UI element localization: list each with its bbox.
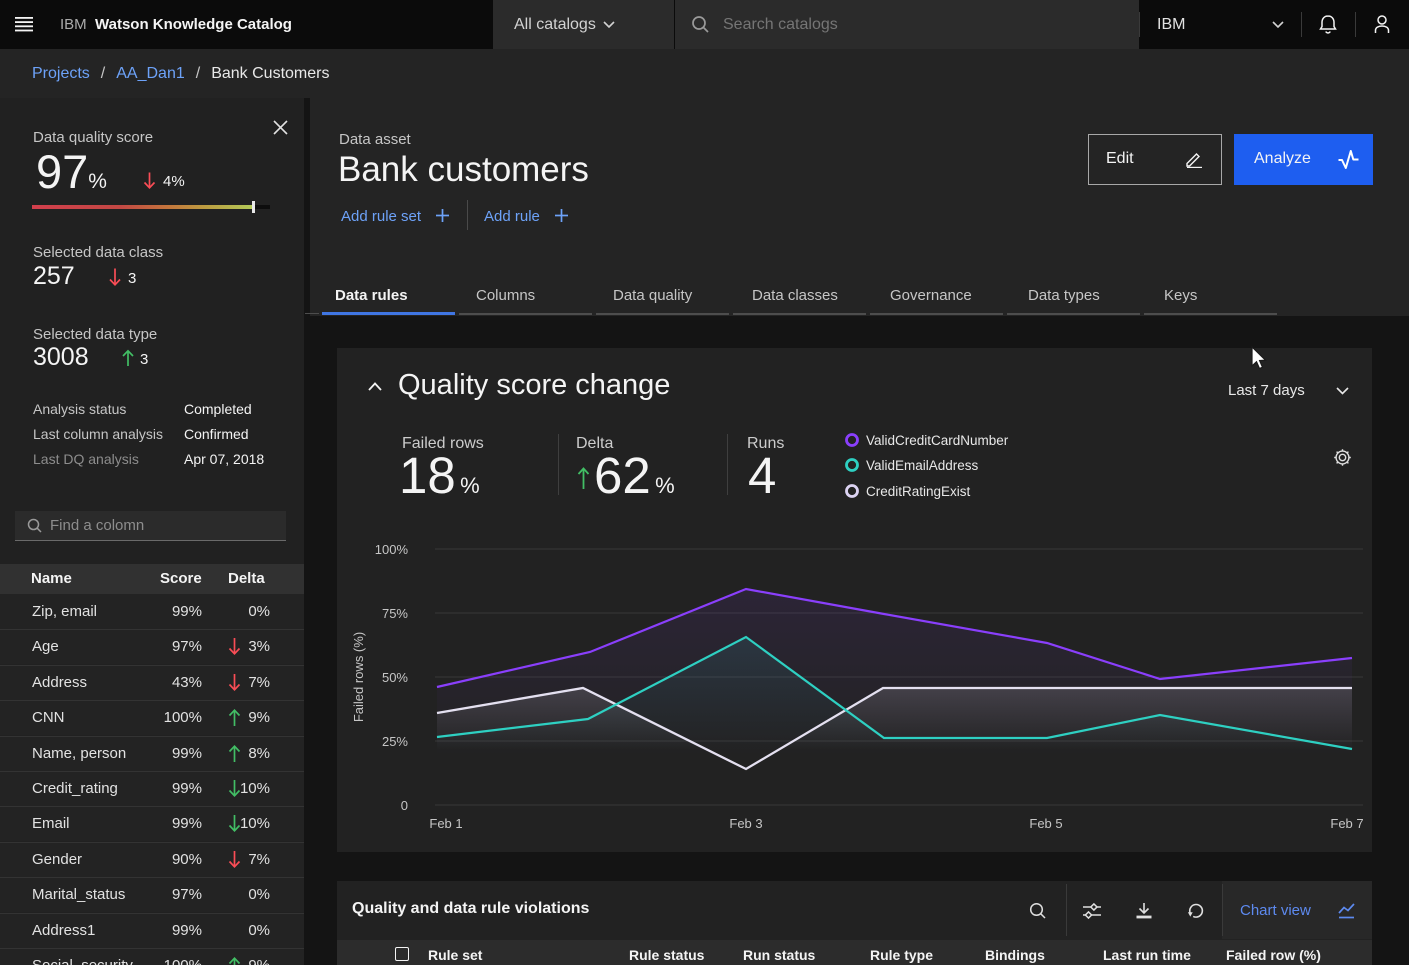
svg-text:Feb 7: Feb 7: [1330, 816, 1363, 831]
svg-text:25%: 25%: [382, 734, 408, 749]
svg-text:0: 0: [401, 798, 408, 813]
svg-text:Failed rows (%): Failed rows (%): [351, 632, 366, 722]
svg-text:100%: 100%: [375, 542, 409, 557]
svg-text:Feb 3: Feb 3: [729, 816, 762, 831]
svg-text:75%: 75%: [382, 606, 408, 621]
svg-text:Feb 5: Feb 5: [1029, 816, 1062, 831]
svg-text:50%: 50%: [382, 670, 408, 685]
svg-text:Feb 1: Feb 1: [429, 816, 462, 831]
